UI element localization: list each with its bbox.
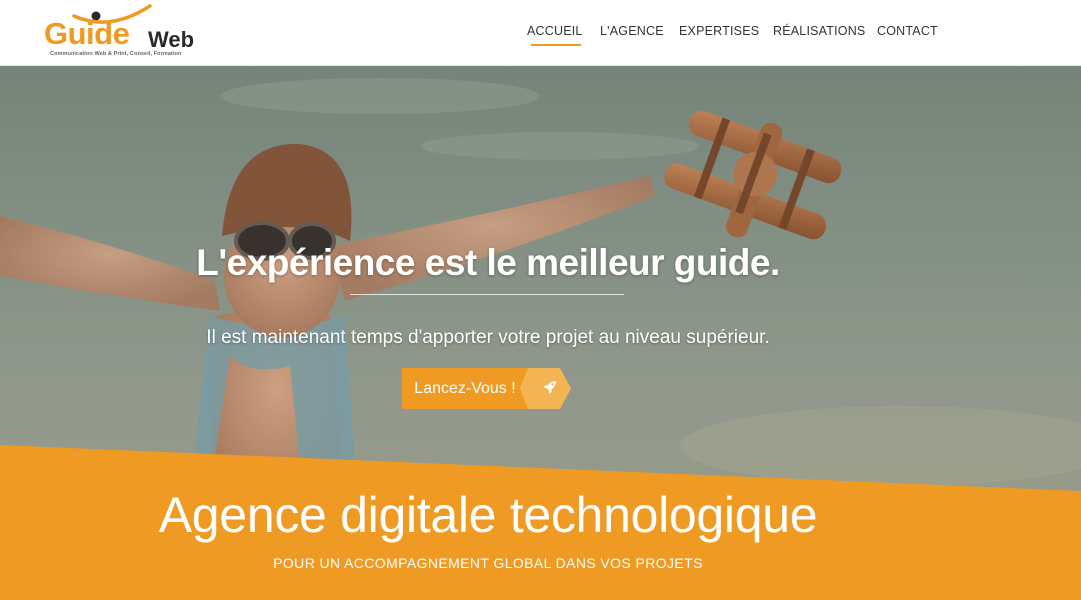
nav-item-agence[interactable]: L'AGENCE (600, 24, 664, 38)
nav-item-accueil[interactable]: ACCUEIL (527, 24, 583, 46)
main-nav: ACCUEIL L'AGENCE EXPERTISES RÉALISATIONS… (0, 24, 1081, 46)
hero-section: L'expérience est le meilleur guide. Il e… (0, 66, 1081, 600)
band-title: Agence digitale technologique (158, 487, 818, 543)
nav-item-expertises[interactable]: EXPERTISES (679, 24, 759, 38)
nav-item-realisations[interactable]: RÉALISATIONS (773, 24, 865, 38)
logo-tagline: Communication Web & Print, Conseil, Form… (50, 51, 182, 57)
band-subtitle: POUR UN ACCOMPAGNEMENT GLOBAL DANS VOS P… (273, 555, 703, 571)
site-header: Guide Web Communication Web & Print, Con… (0, 0, 1081, 66)
nav-item-contact[interactable]: CONTACT (877, 24, 938, 38)
